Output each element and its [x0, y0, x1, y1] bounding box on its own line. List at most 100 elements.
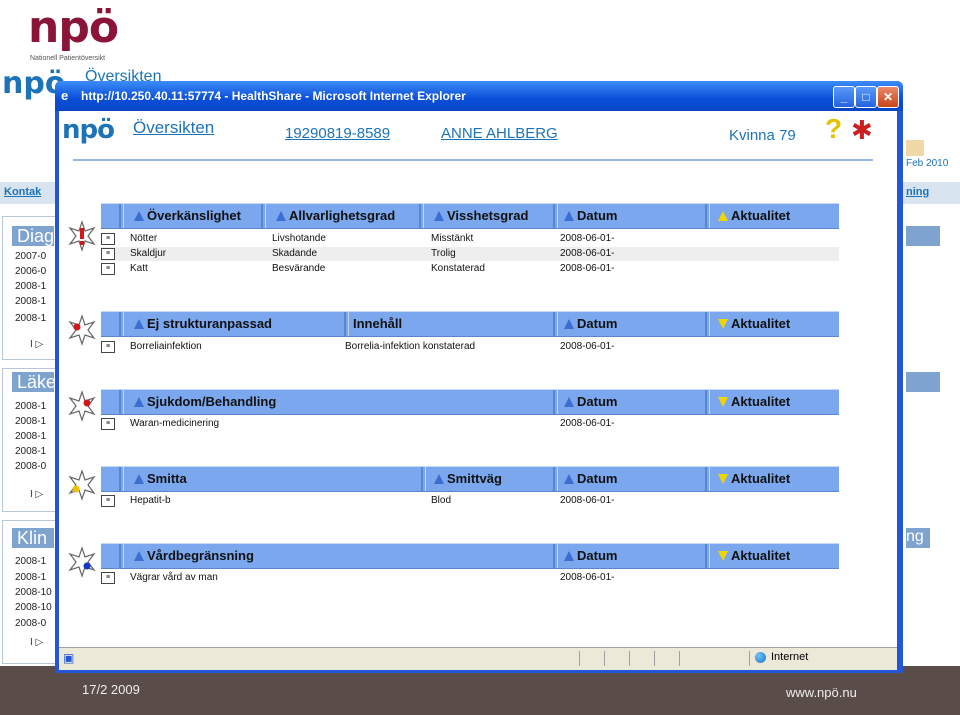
- column-header[interactable]: Datum: [553, 312, 707, 336]
- page-content: npö Översikten 19290819-8589 ANNE AHLBER…: [59, 111, 897, 647]
- background-right-head: [906, 226, 940, 246]
- cell: 2008-06-01-: [560, 233, 615, 244]
- background-line: 2008-1: [15, 401, 47, 412]
- sort-asc-icon: [564, 397, 574, 407]
- document-icon[interactable]: ≡: [101, 263, 115, 275]
- sort-desc-icon: [718, 474, 728, 484]
- table-header-ej-strukturanpassad: Ej strukturanpassad Innehåll Datum Aktua…: [101, 311, 839, 337]
- table-row[interactable]: ≡ Nötter Livshotande Misstänkt 2008-06-0…: [101, 232, 839, 246]
- background-pager[interactable]: I ▷: [30, 637, 43, 648]
- window-title: http://10.250.40.11:57774 - HealthShare …: [81, 89, 466, 103]
- table-row[interactable]: ≡ Katt Besvärande Konstaterad 2008-06-01…: [101, 262, 839, 276]
- column-header[interactable]: Datum: [553, 204, 707, 228]
- column-header[interactable]: Sjukdom/Behandling: [119, 390, 555, 414]
- column-header[interactable]: Smitta: [119, 467, 423, 491]
- background-date-swatch: [906, 140, 924, 156]
- background-line: 2008-1: [15, 446, 47, 457]
- table-row[interactable]: ≡ Vägrar vård av man 2008-06-01-: [101, 571, 839, 585]
- status-bar: ▣ Internet: [59, 647, 897, 670]
- cell: Nötter: [130, 233, 158, 244]
- table-row[interactable]: ≡ Hepatit-b Blod 2008-06-01-: [101, 494, 839, 508]
- cell: Borreliainfektion: [130, 341, 202, 352]
- sort-asc-icon: [134, 211, 144, 221]
- window-titlebar[interactable]: e http://10.250.40.11:57774 - HealthShar…: [55, 81, 903, 111]
- warning-star-icon: [68, 220, 96, 252]
- cell: Hepatit-b: [130, 495, 171, 506]
- column-header[interactable]: Allvarlighetsgrad: [261, 204, 418, 228]
- column-header[interactable]: Datum: [553, 467, 707, 491]
- column-header[interactable]: Smittväg: [421, 467, 555, 491]
- column-header[interactable]: Aktualitet: [705, 390, 841, 414]
- cell: Borrelia-infektion konstaterad: [345, 341, 476, 352]
- column-header[interactable]: Vårdbegränsning: [119, 544, 555, 568]
- document-icon[interactable]: ≡: [101, 248, 115, 260]
- column-header[interactable]: Aktualitet: [705, 312, 841, 336]
- sort-asc-icon: [564, 474, 574, 484]
- browser-window: e http://10.250.40.11:57774 - HealthShar…: [55, 81, 903, 673]
- document-icon[interactable]: ≡: [101, 233, 115, 245]
- status-segment: [749, 651, 750, 666]
- background-right-head: ng: [906, 528, 930, 548]
- page-logo: npö: [62, 115, 115, 145]
- table-header-vardbegransning: Vårdbegränsning Datum Aktualitet: [101, 543, 839, 569]
- column-header[interactable]: Visshetsgrad: [419, 204, 551, 228]
- slide-logo-subtitle: Nationell Patientöversikt: [30, 55, 106, 62]
- minimize-button[interactable]: _: [833, 86, 855, 108]
- background-tab-left[interactable]: Kontak: [4, 186, 41, 198]
- status-segment: [629, 651, 630, 666]
- column-header[interactable]: Ej strukturanpassad: [119, 312, 346, 336]
- star-of-life-icon[interactable]: ✱: [851, 115, 873, 146]
- sort-desc-icon: [718, 319, 728, 329]
- sort-asc-icon: [134, 474, 144, 484]
- column-header[interactable]: Datum: [553, 390, 707, 414]
- cell: Livshotande: [272, 233, 326, 244]
- background-line: 2008-1: [15, 313, 47, 324]
- column-header[interactable]: Aktualitet: [705, 467, 841, 491]
- ie-icon: e: [61, 88, 69, 103]
- column-header[interactable]: Datum: [553, 544, 707, 568]
- column-header[interactable]: Aktualitet: [705, 544, 841, 568]
- document-icon[interactable]: ≡: [101, 418, 115, 430]
- maximize-button[interactable]: □: [855, 86, 877, 108]
- background-right-head: [906, 372, 940, 392]
- patient-name-link[interactable]: ANNE AHLBERG: [441, 125, 558, 142]
- table-row[interactable]: ≡ Borreliainfektion Borrelia-infektion k…: [101, 340, 839, 354]
- sort-asc-icon: [134, 319, 144, 329]
- oversikten-link[interactable]: Översikten: [133, 118, 214, 138]
- sort-asc-icon: [564, 319, 574, 329]
- background-pane-klin-head: Klin: [12, 528, 54, 548]
- cell: 2008-06-01-: [560, 248, 615, 259]
- document-icon[interactable]: ≡: [101, 572, 115, 584]
- background-pane-diag-head: Diag: [12, 226, 54, 246]
- background-line: 2008-1: [15, 281, 47, 292]
- sort-asc-icon: [134, 551, 144, 561]
- status-segment: [654, 651, 655, 666]
- help-icon[interactable]: ?: [825, 113, 842, 145]
- sort-desc-icon: [718, 397, 728, 407]
- document-icon[interactable]: ≡: [101, 341, 115, 353]
- footer-url: www.npö.nu: [786, 685, 857, 700]
- column-header[interactable]: Överkänslighet: [119, 204, 261, 228]
- table-row[interactable]: ≡ Waran-medicinering 2008-06-01-: [101, 417, 839, 431]
- slide-logo: npö: [28, 2, 119, 53]
- cell: Skadande: [272, 248, 318, 259]
- star-of-life-blue-icon: [68, 546, 96, 578]
- table-row[interactable]: ≡ Skaldjur Skadande Trolig 2008-06-01-: [101, 247, 839, 261]
- background-line: 2008-1: [15, 431, 47, 442]
- background-pager[interactable]: I ▷: [30, 489, 43, 500]
- table-header-overkanslighet: Överkänslighet Allvarlighetsgrad Visshet…: [101, 203, 839, 229]
- background-pager[interactable]: I ▷: [30, 339, 43, 350]
- background-line: 2007-0: [15, 251, 47, 262]
- background-tab-right[interactable]: ning: [906, 186, 929, 198]
- document-icon[interactable]: ≡: [101, 495, 115, 507]
- sort-desc-icon: [718, 551, 728, 561]
- sort-asc-icon: [564, 551, 574, 561]
- background-line: 2008-0: [15, 461, 47, 472]
- personnummer-link[interactable]: 19290819-8589: [285, 125, 390, 142]
- cell: Konstaterad: [431, 263, 485, 274]
- column-header[interactable]: Innehåll: [344, 312, 555, 336]
- footer-date: 17/2 2009: [82, 682, 140, 697]
- background-date: Feb 2010: [906, 158, 949, 169]
- column-header[interactable]: Aktualitet: [705, 204, 841, 228]
- close-button[interactable]: ✕: [877, 86, 899, 108]
